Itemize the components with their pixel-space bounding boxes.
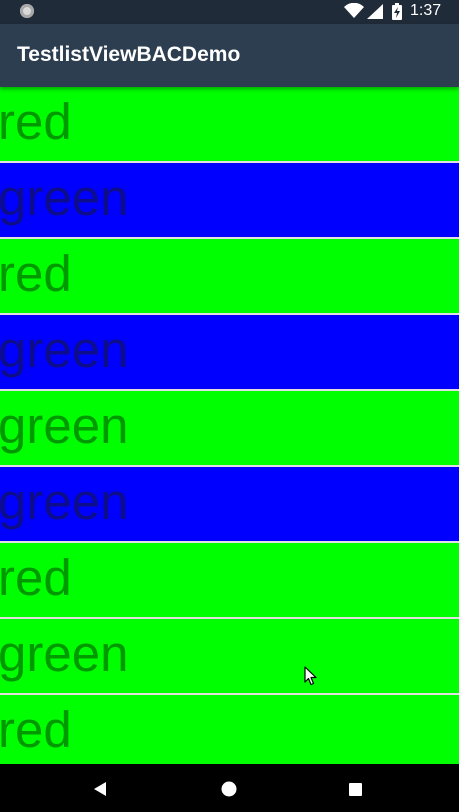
signal-icon [367,4,383,19]
list-item[interactable]: red [0,543,459,617]
battery-charging-icon [392,3,402,20]
list-item-label: green [0,473,129,530]
wifi-icon [344,3,364,18]
list-view[interactable]: red green red green green green red green red [0,87,459,764]
list-item-label: green [0,625,129,682]
list-item-label: red [0,549,72,606]
back-icon[interactable] [93,781,107,797]
list-item-label: green [0,397,129,454]
list-item[interactable]: red [0,87,459,161]
app-title: TestlistViewBACDemo [17,43,241,66]
list-item-label: red [0,93,72,150]
list-item[interactable]: green [0,391,459,465]
list-item[interactable]: red [0,695,459,764]
screen: 1:37 TestlistViewBACDemo red green red gree… [0,0,459,812]
list-item-label: red [0,701,72,758]
home-icon[interactable] [221,781,237,797]
list-item[interactable]: red [0,239,459,313]
recents-icon[interactable] [349,783,362,796]
list-item-label: red [0,245,72,302]
mouse-cursor-icon [304,666,317,686]
list-item-label: green [0,169,129,226]
list-item[interactable]: green [0,467,459,541]
navigation-bar [0,764,459,812]
status-bar: 1:37 [0,0,459,24]
status-time: 1:37 [410,2,442,19]
list-item[interactable]: green [0,619,459,693]
app-bar: TestlistViewBACDemo [0,24,459,87]
list-item-label: green [0,321,129,378]
list-item[interactable]: green [0,163,459,237]
list-item[interactable]: green [0,315,459,389]
notification-dot-icon [20,4,34,18]
